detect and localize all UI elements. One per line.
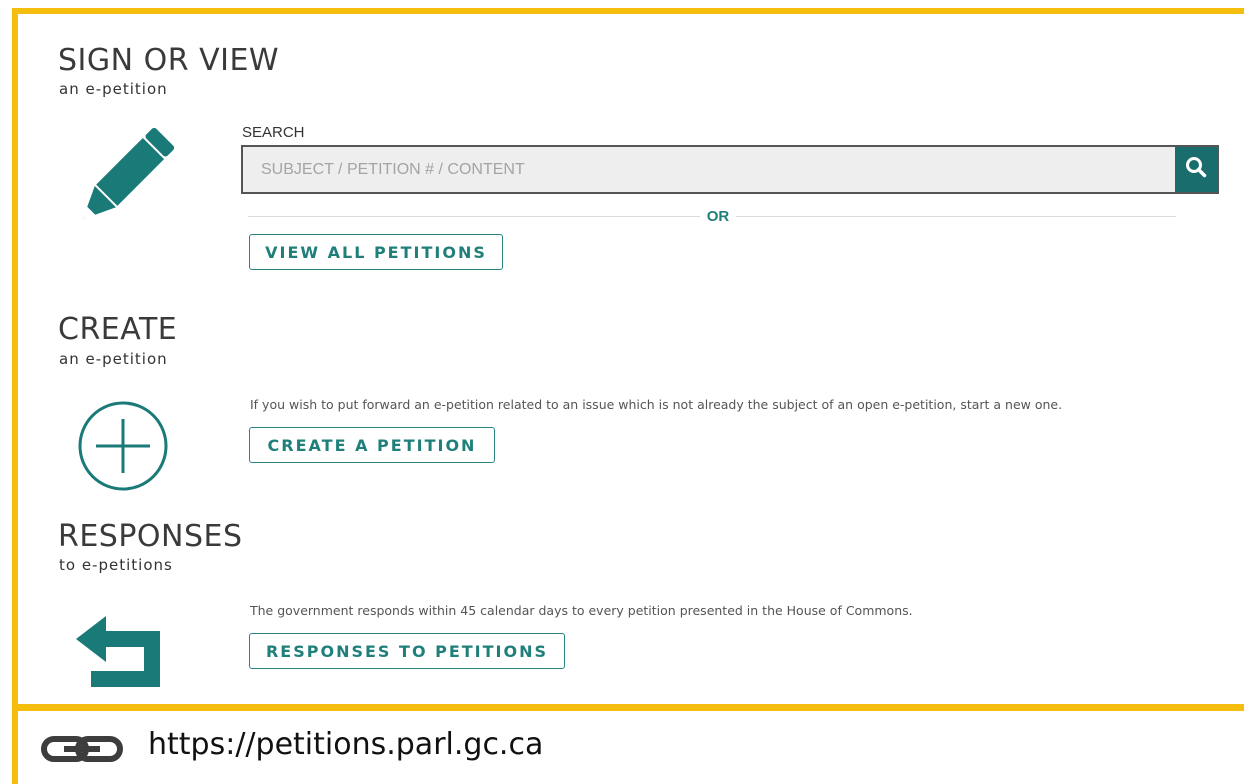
responses-section-title: RESPONSES bbox=[58, 519, 243, 554]
search-label: SEARCH bbox=[242, 124, 305, 141]
search-icon bbox=[1185, 156, 1207, 183]
footer-divider-bar bbox=[12, 704, 1244, 711]
create-section-title: CREATE bbox=[58, 312, 178, 347]
link-icon bbox=[40, 736, 124, 767]
view-all-petitions-button[interactable]: VIEW ALL PETITIONS bbox=[249, 234, 503, 270]
top-frame-area bbox=[0, 0, 1244, 14]
create-petition-button[interactable]: CREATE A PETITION bbox=[249, 427, 495, 463]
footer-url[interactable]: https://petitions.parl.gc.ca bbox=[148, 727, 543, 762]
pencil-icon bbox=[72, 122, 182, 231]
or-label: OR bbox=[700, 208, 736, 225]
plus-circle-icon bbox=[76, 399, 170, 498]
left-frame-bar bbox=[12, 8, 18, 708]
create-description: If you wish to put forward an e-petition… bbox=[250, 397, 1063, 412]
search-button[interactable] bbox=[1175, 147, 1217, 192]
search-input[interactable] bbox=[243, 147, 1175, 192]
responses-description: The government responds within 45 calend… bbox=[250, 603, 913, 618]
responses-to-petitions-button[interactable]: RESPONSES TO PETITIONS bbox=[249, 633, 565, 669]
return-arrow-icon bbox=[76, 616, 166, 695]
sign-section-title: SIGN OR VIEW bbox=[58, 43, 280, 78]
responses-section-subtitle: to e-petitions bbox=[59, 556, 173, 574]
sign-section-subtitle: an e-petition bbox=[59, 80, 168, 98]
create-section-subtitle: an e-petition bbox=[59, 350, 168, 368]
left-frame-bar-footer bbox=[12, 704, 18, 784]
top-frame-bar bbox=[12, 8, 1244, 14]
search-box bbox=[241, 145, 1219, 194]
